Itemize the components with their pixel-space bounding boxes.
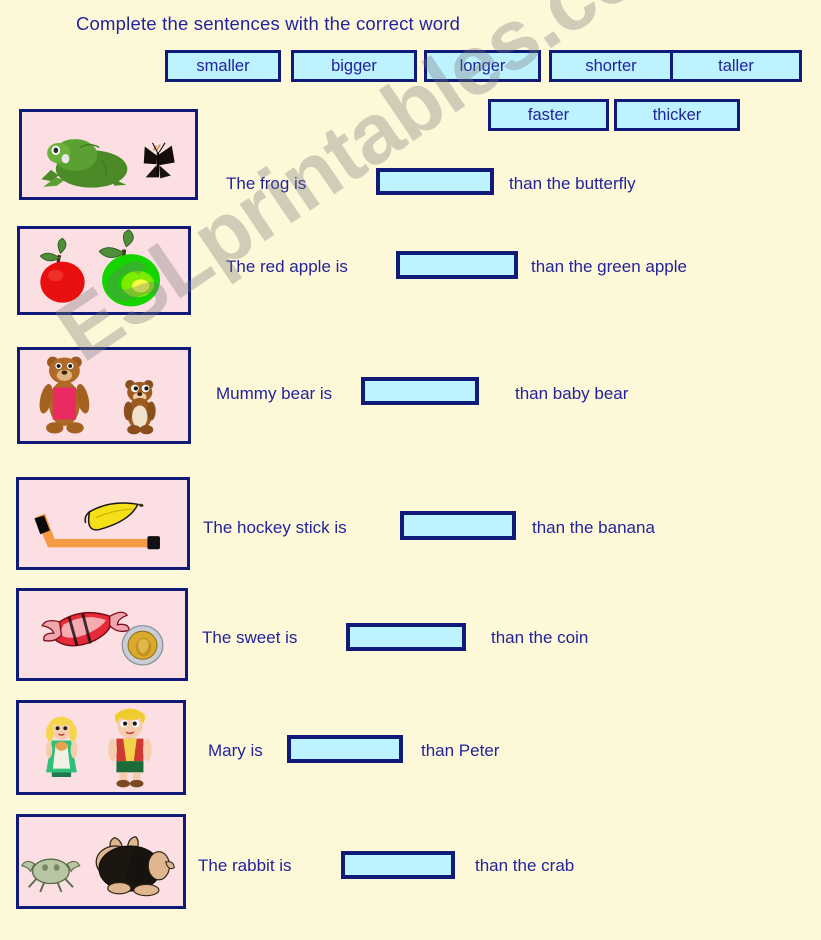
frog-icon bbox=[41, 139, 128, 188]
sentence-prefix: Mary is bbox=[208, 741, 263, 760]
sentence-suffix: than the butterfly bbox=[509, 174, 636, 193]
sentence-prefix: The frog is bbox=[226, 174, 307, 193]
word-chip-label: bigger bbox=[331, 56, 377, 75]
answer-blank-bear[interactable] bbox=[361, 377, 479, 405]
sentence-suffix: than the coin bbox=[491, 628, 589, 647]
word-chip-label: longer bbox=[459, 56, 506, 75]
peter-icon bbox=[108, 708, 152, 788]
picture-red-apple-and-green-apple bbox=[17, 226, 191, 315]
rabbit-icon bbox=[95, 836, 175, 897]
picture-sweet-and-coin bbox=[16, 588, 188, 681]
word-chip-longer[interactable]: longer bbox=[424, 50, 541, 82]
answer-blank-apple[interactable] bbox=[396, 251, 518, 279]
page-title: Complete the sentences with the correct … bbox=[76, 13, 461, 34]
mary-icon bbox=[45, 716, 78, 778]
answer-blank-hockey[interactable] bbox=[400, 511, 516, 540]
sentence-prefix: The sweet is bbox=[202, 628, 298, 647]
word-chip-thicker[interactable]: thicker bbox=[614, 99, 740, 131]
sweet-icon bbox=[41, 611, 130, 647]
mummy-bear-icon bbox=[39, 356, 90, 434]
word-chip-label: smaller bbox=[196, 56, 250, 75]
sentence-prefix: Mummy bear is bbox=[216, 384, 333, 403]
answer-blank-mary[interactable] bbox=[287, 735, 403, 763]
red-apple-icon bbox=[39, 237, 85, 303]
word-chip-taller[interactable]: taller bbox=[670, 50, 802, 82]
sentence-prefix: The red apple is bbox=[226, 257, 348, 276]
banana-icon bbox=[84, 502, 144, 531]
sentence-suffix: than the crab bbox=[475, 856, 575, 875]
word-chip-faster[interactable]: faster bbox=[488, 99, 609, 131]
picture-mummy-bear-and-baby-bear bbox=[17, 347, 191, 444]
picture-frog-and-butterfly bbox=[19, 109, 198, 200]
sentence-prefix: The hockey stick is bbox=[203, 518, 347, 537]
crab-icon bbox=[21, 858, 81, 893]
picture-rabbit-and-crab bbox=[16, 814, 186, 909]
word-chip-bigger[interactable]: bigger bbox=[291, 50, 417, 82]
sentence-suffix: than the green apple bbox=[531, 257, 687, 276]
word-chip-label: faster bbox=[527, 105, 570, 124]
word-chip-label: taller bbox=[718, 56, 754, 75]
answer-blank-frog[interactable] bbox=[376, 168, 494, 195]
worksheet-page: Complete the sentences with the correct … bbox=[0, 0, 821, 940]
butterfly-icon bbox=[143, 142, 175, 179]
baby-bear-icon bbox=[123, 380, 156, 435]
word-chip-smaller[interactable]: smaller bbox=[165, 50, 281, 82]
word-chip-label: thicker bbox=[652, 105, 702, 124]
word-chip-shorter[interactable]: shorter bbox=[549, 50, 673, 82]
sentence-suffix: than baby bear bbox=[515, 384, 629, 403]
answer-blank-sweet[interactable] bbox=[346, 623, 466, 651]
word-chip-label: shorter bbox=[585, 56, 637, 75]
picture-hockey-stick-and-banana bbox=[16, 477, 190, 570]
answer-blank-rabbit[interactable] bbox=[341, 851, 455, 879]
sentence-prefix: The rabbit is bbox=[198, 856, 292, 875]
sentence-suffix: than Peter bbox=[421, 741, 500, 760]
sentence-suffix: than the banana bbox=[532, 518, 655, 537]
green-apple-icon bbox=[98, 229, 160, 307]
picture-mary-and-peter bbox=[16, 700, 186, 795]
coin-icon bbox=[121, 624, 164, 666]
